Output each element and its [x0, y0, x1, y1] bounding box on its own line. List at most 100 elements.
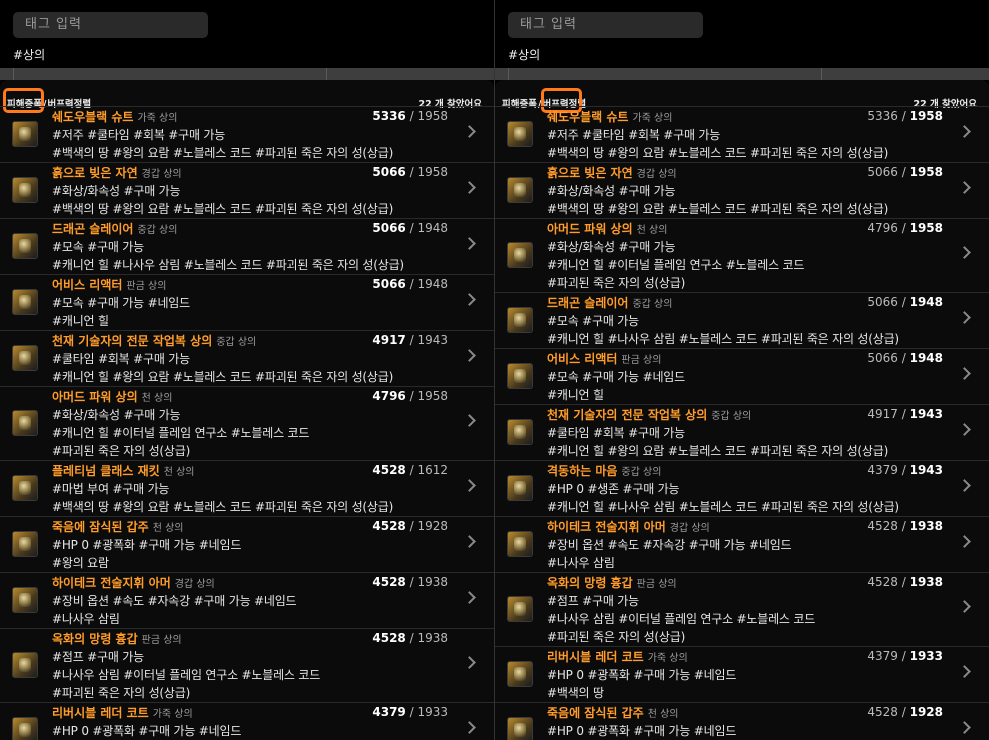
- item-row[interactable]: 아머드 파워 상의 천 상의 4796 / 1958 #화상/화속성 #구매 가능 #캐…: [0, 386, 494, 460]
- buff-value: 1958: [909, 165, 943, 179]
- item-name[interactable]: 옥화의 망령 흉갑: [547, 576, 633, 590]
- item-stats: 5066 / 1948: [372, 277, 448, 291]
- chevron-right-icon[interactable]: [463, 181, 476, 194]
- item-type: 천 상의: [636, 225, 668, 236]
- item-name[interactable]: 플레티넘 클래스 재킷: [52, 464, 160, 478]
- chevron-right-icon[interactable]: [463, 721, 476, 734]
- item-name[interactable]: 하이테크 전술지휘 아머: [547, 520, 666, 534]
- chevron-right-icon[interactable]: [958, 125, 971, 138]
- chevron-right-icon[interactable]: [958, 181, 971, 194]
- item-name[interactable]: 격동하는 마음: [547, 464, 617, 478]
- chevron-right-icon[interactable]: [958, 665, 971, 678]
- item-row[interactable]: 천재 기술자의 전문 작업복 상의 중갑 상의 4917 / 1943 #쿨타임 #회…: [0, 330, 494, 386]
- item-row[interactable]: 어비스 리액터 판금 상의 5066 / 1948 #모속 #구매 가능 #네임드 #캐…: [0, 274, 494, 330]
- stat-separator: /: [897, 351, 910, 365]
- item-row[interactable]: 드래곤 슬레이어 중갑 상의 5066 / 1948 #모속 #구매 가능 #캐니언 힐…: [495, 292, 989, 348]
- stat-separator: /: [405, 277, 418, 291]
- item-row[interactable]: 하이테크 전술지휘 아머 경갑 상의 4528 / 1938 #장비 옵션 #속도 #…: [495, 516, 989, 572]
- selected-tag[interactable]: #상의: [13, 46, 45, 63]
- item-thumbnail: [12, 121, 38, 147]
- item-tags: #파괴된 죽은 자의 성(상급): [547, 276, 686, 290]
- item-name[interactable]: 죽음에 잠식된 갑주: [547, 706, 644, 720]
- item-name[interactable]: 아머드 파워 상의: [52, 390, 138, 404]
- damage-amp-value: 4528: [372, 575, 406, 589]
- item-row[interactable]: 옥화의 망령 흉갑 판금 상의 4528 / 1938 #점프 #구매 가능 #나사우 …: [495, 572, 989, 646]
- item-name[interactable]: 천재 기술자의 전문 작업복 상의: [52, 334, 212, 348]
- item-name[interactable]: 드래곤 슬레이어: [52, 222, 133, 236]
- item-type: 천 상의: [647, 709, 679, 720]
- item-row[interactable]: 흙으로 빚은 자연 경갑 상의 5066 / 1958 #화상/화속성 #구매 가능 #…: [0, 162, 494, 218]
- item-name[interactable]: 어비스 리액터: [52, 278, 122, 292]
- item-row[interactable]: 리버시블 레더 코트 가죽 상의 4379 / 1933 #HP 0 #광폭화 #구매…: [0, 702, 494, 740]
- chevron-right-icon[interactable]: [463, 293, 476, 306]
- item-thumbnail: [12, 289, 38, 315]
- stat-separator: /: [897, 165, 910, 179]
- chevron-right-icon[interactable]: [463, 479, 476, 492]
- item-row[interactable]: 플레티넘 클래스 재킷 천 상의 4528 / 1612 #마법 부여 #구매 가능 #…: [0, 460, 494, 516]
- item-stats: 4528 / 1612: [372, 463, 448, 477]
- chevron-right-icon[interactable]: [958, 721, 971, 734]
- item-row[interactable]: 드래곤 슬레이어 중갑 상의 5066 / 1948 #모속 #구매 가능 #캐니언 힐…: [0, 218, 494, 274]
- chevron-right-icon[interactable]: [463, 535, 476, 548]
- item-name[interactable]: 리버시블 레더 코트: [547, 650, 644, 664]
- item-row[interactable]: 옥화의 망령 흉갑 판금 상의 4528 / 1938 #점프 #구매 가능 #나사우 …: [0, 628, 494, 702]
- chevron-right-icon[interactable]: [463, 414, 476, 427]
- item-name[interactable]: 천재 기술자의 전문 작업복 상의: [547, 408, 707, 422]
- item-row[interactable]: 격동하는 마음 중갑 상의 4379 / 1943 #HP 0 #생존 #구매 가능 #…: [495, 460, 989, 516]
- chevron-right-icon[interactable]: [958, 600, 971, 613]
- item-tags: #쿨타임 #회복 #구매 가능: [547, 426, 685, 440]
- item-row[interactable]: 리버시블 레더 코트 가죽 상의 4379 / 1933 #HP 0 #광폭화 #구매…: [495, 646, 989, 702]
- chevron-right-icon[interactable]: [463, 125, 476, 138]
- item-name[interactable]: 리버시블 레더 코트: [52, 706, 149, 720]
- chevron-right-icon[interactable]: [958, 479, 971, 492]
- item-name[interactable]: 드래곤 슬레이어: [547, 296, 628, 310]
- item-tags: #캐니언 힐 #나사우 삼림 #노블레스 코드 #파괴된 죽은 자의 성(상급): [547, 332, 899, 346]
- item-stats: 4528 / 1938: [372, 575, 448, 589]
- item-row[interactable]: 죽음에 잠식된 갑주 천 상의 4528 / 1928 #HP 0 #광폭화 #구매 …: [495, 702, 989, 740]
- item-name[interactable]: 쉐도우블랙 슈트: [52, 110, 133, 124]
- chevron-right-icon[interactable]: [958, 367, 971, 380]
- item-name[interactable]: 옥화의 망령 흉갑: [52, 632, 138, 646]
- item-stats: 4379 / 1943: [867, 463, 943, 477]
- selected-tag[interactable]: #상의: [508, 46, 540, 63]
- stat-separator: /: [405, 519, 418, 533]
- chevron-right-icon[interactable]: [463, 656, 476, 669]
- item-name[interactable]: 아머드 파워 상의: [547, 222, 633, 236]
- item-name[interactable]: 죽음에 잠식된 갑주: [52, 520, 149, 534]
- item-row[interactable]: 흙으로 빚은 자연 경갑 상의 5066 / 1958 #화상/화속성 #구매 가능 #…: [495, 162, 989, 218]
- item-tags: #백색의 땅 #왕의 요람 #노블레스 코드 #파괴된 죽은 자의 성(상급): [52, 500, 394, 514]
- item-title: 죽음에 잠식된 갑주 천 상의: [547, 704, 678, 721]
- item-name[interactable]: 흙으로 빚은 자연: [52, 166, 138, 180]
- stat-separator: /: [897, 295, 910, 309]
- stat-separator: /: [897, 407, 910, 421]
- item-row[interactable]: 쉐도우블랙 슈트 가죽 상의 5336 / 1958 #저주 #쿨타임 #회복 #구매…: [0, 106, 494, 162]
- chevron-right-icon[interactable]: [463, 591, 476, 604]
- chevron-right-icon[interactable]: [958, 535, 971, 548]
- chevron-right-icon[interactable]: [463, 349, 476, 362]
- item-title: 흙으로 빚은 자연 경갑 상의: [52, 164, 182, 181]
- tag-search-input[interactable]: 태그 입력: [508, 12, 703, 38]
- item-stats: 4379 / 1933: [372, 705, 448, 719]
- item-name[interactable]: 쉐도우블랙 슈트: [547, 110, 628, 124]
- tag-search-input[interactable]: 태그 입력: [13, 12, 208, 38]
- item-type: 판금 상의: [126, 281, 167, 292]
- chevron-right-icon[interactable]: [463, 237, 476, 250]
- chevron-right-icon[interactable]: [958, 311, 971, 324]
- item-row[interactable]: 쉐도우블랙 슈트 가죽 상의 5336 / 1958 #저주 #쿨타임 #회복 #구매…: [495, 106, 989, 162]
- chevron-right-icon[interactable]: [958, 423, 971, 436]
- damage-amp-value: 5066: [372, 221, 406, 235]
- item-row[interactable]: 천재 기술자의 전문 작업복 상의 중갑 상의 4917 / 1943 #쿨타임 #회…: [495, 404, 989, 460]
- item-name[interactable]: 흙으로 빚은 자연: [547, 166, 633, 180]
- item-stats: 4528 / 1938: [867, 519, 943, 533]
- buff-value: 1958: [417, 165, 448, 179]
- item-name[interactable]: 어비스 리액터: [547, 352, 617, 366]
- chevron-right-icon[interactable]: [958, 246, 971, 259]
- item-row[interactable]: 하이테크 전술지휘 아머 경갑 상의 4528 / 1938 #장비 옵션 #속도 #…: [0, 572, 494, 628]
- item-row[interactable]: 죽음에 잠식된 갑주 천 상의 4528 / 1928 #HP 0 #광폭화 #구매 …: [0, 516, 494, 572]
- item-name[interactable]: 하이테크 전술지휘 아머: [52, 576, 171, 590]
- item-tags: #저주 #쿨타임 #회복 #구매 가능: [52, 128, 226, 142]
- stat-separator: /: [897, 705, 910, 719]
- item-row[interactable]: 아머드 파워 상의 천 상의 4796 / 1958 #화상/화속성 #구매 가능 #캐…: [495, 218, 989, 292]
- damage-amp-value: 4917: [372, 333, 406, 347]
- item-row[interactable]: 어비스 리액터 판금 상의 5066 / 1948 #모속 #구매 가능 #네임드 #캐…: [495, 348, 989, 404]
